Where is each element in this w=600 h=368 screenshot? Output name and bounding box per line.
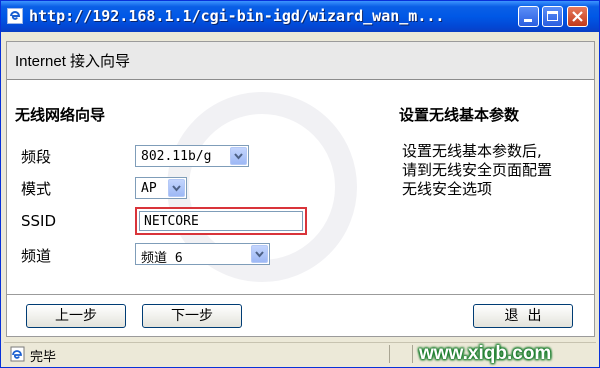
mode-select-value: AP — [141, 181, 157, 196]
page-title: Internet 接入向导 — [15, 53, 131, 70]
prev-button[interactable]: 上一步 — [26, 304, 126, 328]
ssid-label: SSID — [21, 212, 57, 230]
info-title: 设置无线基本参数 — [399, 106, 520, 124]
channel-select[interactable]: 频道 6 — [135, 243, 270, 266]
info-line: 设置无线基本参数后, — [402, 142, 542, 160]
status-divider — [389, 345, 390, 363]
title-bar[interactable]: http://192.168.1.1/cgi-bin-igd/wizard_wa… — [1, 1, 599, 32]
browser-popup-window: http://192.168.1.1/cgi-bin-igd/wizard_wa… — [0, 0, 600, 368]
chevron-down-icon[interactable] — [230, 147, 247, 165]
status-text: 完毕 — [30, 350, 57, 365]
header-band: Internet 接入向导 — [7, 42, 594, 80]
ie-page-icon — [7, 8, 23, 24]
close-button[interactable] — [567, 6, 588, 27]
info-line: 请到无线安全页面配置 — [402, 161, 553, 179]
mode-label: 模式 — [21, 180, 52, 198]
next-button[interactable]: 下一步 — [142, 304, 242, 328]
band-label: 频段 — [21, 148, 52, 166]
wizard-content: Internet 接入向导 无线网络向导 频段 802.11b/g 模式 AP … — [6, 41, 595, 337]
chevron-down-icon[interactable] — [251, 245, 268, 263]
minimize-icon — [524, 19, 532, 22]
info-line: 无线安全选项 — [402, 180, 493, 198]
close-icon — [572, 11, 583, 22]
section-title: 无线网络向导 — [15, 106, 106, 124]
chevron-down-icon[interactable] — [168, 179, 185, 197]
maximize-icon — [547, 11, 558, 21]
maximize-button[interactable] — [542, 6, 563, 27]
ssid-input[interactable]: NETCORE — [139, 211, 303, 231]
minimize-button[interactable] — [518, 6, 539, 27]
mode-select[interactable]: AP — [135, 177, 187, 199]
page-done-icon — [10, 346, 26, 366]
site-watermark: www.xiqb.com — [419, 343, 552, 364]
channel-label: 频道 — [21, 247, 52, 265]
window-title: http://192.168.1.1/cgi-bin-igd/wizard_wa… — [29, 7, 445, 25]
channel-select-value: 频道 6 — [141, 251, 183, 266]
band-select[interactable]: 802.11b/g — [135, 145, 249, 167]
footer-divider — [7, 294, 594, 295]
ssid-highlight-box: NETCORE — [135, 207, 307, 235]
status-divider — [412, 345, 413, 363]
band-select-value: 802.11b/g — [141, 149, 212, 164]
info-description: 设置无线基本参数后, 请到无线安全页面配置 无线安全选项 — [402, 142, 592, 199]
exit-button[interactable]: 退 出 — [473, 304, 573, 328]
